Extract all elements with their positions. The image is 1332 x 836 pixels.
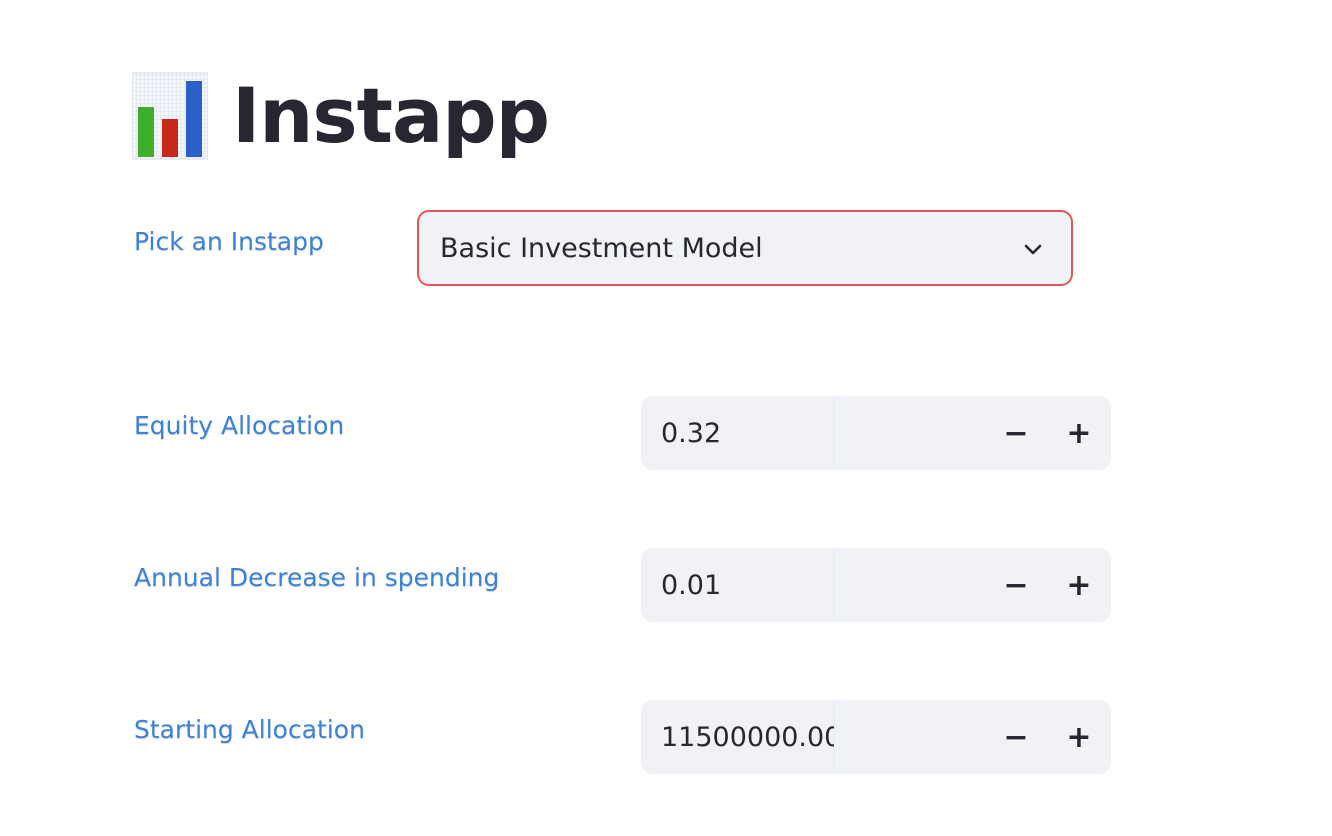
starting-allocation-decrement-button[interactable]: − bbox=[986, 700, 1046, 774]
instapp-picker-label: Pick an Instapp bbox=[134, 227, 324, 256]
annual-decrease-decrement-button[interactable]: − bbox=[986, 548, 1046, 622]
equity-allocation-label: Equity Allocation bbox=[134, 411, 345, 440]
equity-allocation-field[interactable]: 0.32 bbox=[641, 396, 835, 470]
equity-allocation-increment-button[interactable]: + bbox=[1049, 396, 1109, 470]
annual-decrease-input: 0.01 − + bbox=[641, 548, 1111, 622]
starting-allocation-field[interactable]: 11500000.00 bbox=[641, 700, 835, 774]
app-page: Instapp Pick an Instapp Basic Investment… bbox=[0, 0, 1332, 836]
instapp-select[interactable]: Basic Investment Model bbox=[417, 210, 1073, 286]
bar-chart-icon bbox=[132, 72, 208, 160]
starting-allocation-label: Starting Allocation bbox=[134, 715, 365, 744]
annual-decrease-increment-button[interactable]: + bbox=[1049, 548, 1109, 622]
page-header: Instapp bbox=[132, 68, 550, 164]
starting-allocation-increment-button[interactable]: + bbox=[1049, 700, 1109, 774]
chevron-down-icon bbox=[1024, 244, 1042, 255]
equity-allocation-decrement-button[interactable]: − bbox=[986, 396, 1046, 470]
annual-decrease-field[interactable]: 0.01 bbox=[641, 548, 835, 622]
page-title: Instapp bbox=[232, 71, 550, 160]
instapp-select-value: Basic Investment Model bbox=[440, 232, 763, 264]
equity-allocation-input: 0.32 − + bbox=[641, 396, 1111, 470]
annual-decrease-label: Annual Decrease in spending bbox=[134, 563, 500, 592]
starting-allocation-input: 11500000.00 − + bbox=[641, 700, 1111, 774]
